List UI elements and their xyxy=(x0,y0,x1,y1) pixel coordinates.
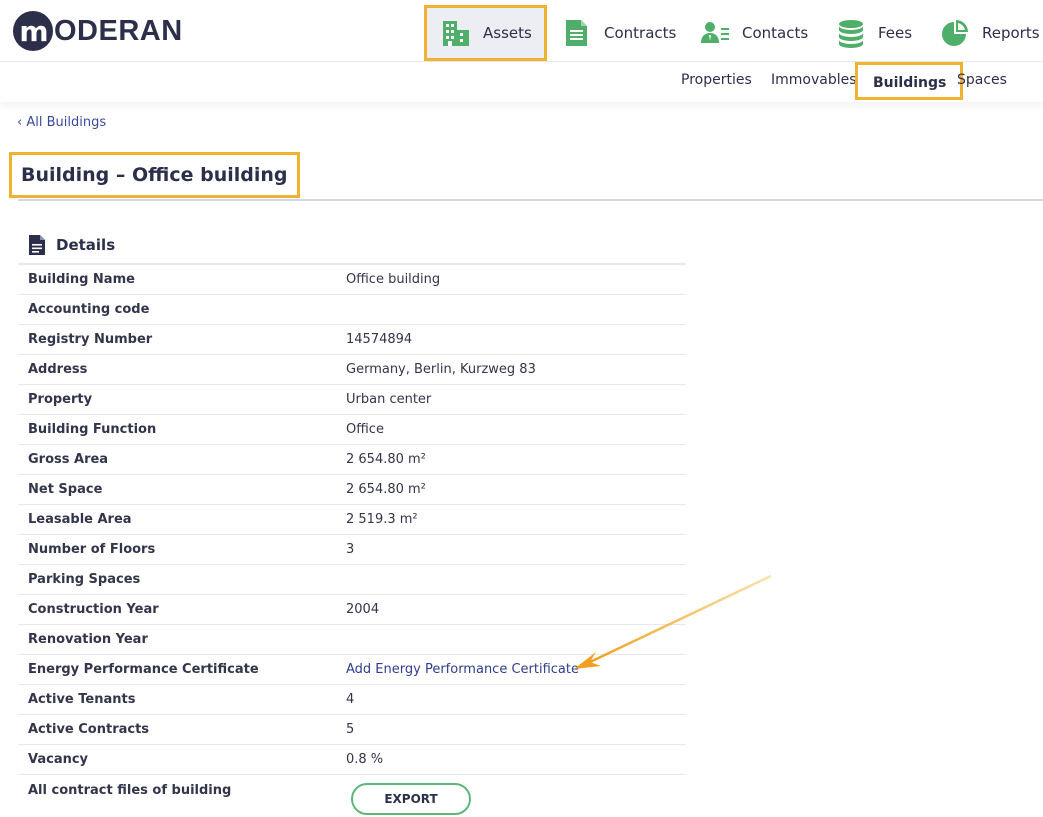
table-row: Leasable Area 2 519.3 m² xyxy=(18,505,686,535)
row-value: 2 654.80 m² xyxy=(346,452,426,467)
row-label: Building Function xyxy=(28,422,157,437)
table-row: Property Urban center xyxy=(18,385,686,415)
row-label: Leasable Area xyxy=(28,512,132,527)
details-table: Building Name Office building Accounting … xyxy=(18,263,686,805)
table-row: Active Contracts 5 xyxy=(18,715,686,745)
contact-card-icon xyxy=(701,22,729,43)
subnav-buildings[interactable]: Buildings xyxy=(855,62,964,100)
row-label: Net Space xyxy=(28,482,103,497)
logo-mark: m xyxy=(13,11,53,51)
row-value: Urban center xyxy=(346,392,432,407)
document-icon xyxy=(29,235,45,255)
building-icon xyxy=(443,21,469,46)
row-label: Registry Number xyxy=(28,332,153,347)
back-link-label: All Buildings xyxy=(26,115,107,130)
annotation-arrow-icon xyxy=(574,574,772,669)
row-label: Property xyxy=(28,392,93,407)
table-row: Vacancy 0.8 % xyxy=(18,745,686,775)
table-row: Address Germany, Berlin, Kurzweg 83 xyxy=(18,355,686,385)
row-value: Office xyxy=(346,422,384,437)
row-label: Gross Area xyxy=(28,452,109,467)
nav-contacts[interactable]: Contacts xyxy=(700,8,808,58)
page-title-box: Building – Office building xyxy=(9,152,300,198)
row-value: 2 519.3 m² xyxy=(346,512,418,527)
row-label: Accounting code xyxy=(28,302,150,317)
details-section-header: Details xyxy=(28,235,115,255)
nav-contacts-label: Contacts xyxy=(742,24,809,42)
table-row: Building Function Office xyxy=(18,415,686,445)
row-label: Renovation Year xyxy=(28,632,148,647)
row-value: 0.8 % xyxy=(346,752,384,767)
chevron-left-icon: ‹ xyxy=(17,115,27,130)
row-label: Address xyxy=(28,362,88,377)
row-label: Construction Year xyxy=(28,602,159,617)
row-value: 2004 xyxy=(346,602,380,617)
subnav-spaces[interactable]: Spaces xyxy=(957,72,1007,88)
export-button[interactable]: EXPORT xyxy=(351,783,471,815)
row-label: Active Tenants xyxy=(28,692,136,707)
table-row: Building Name Office building xyxy=(18,265,686,295)
title-divider xyxy=(18,199,1043,201)
nav-reports-label: Reports xyxy=(982,24,1040,42)
table-row: Active Tenants 4 xyxy=(18,685,686,715)
row-label: Active Contracts xyxy=(28,722,150,737)
add-energy-certificate-link[interactable]: Add Energy Performance Certificate xyxy=(346,662,579,677)
row-label: Vacancy xyxy=(28,752,89,767)
table-row: Registry Number 14574894 xyxy=(18,325,686,355)
row-value: 5 xyxy=(346,722,355,737)
back-link-all-buildings[interactable]: ‹ All Buildings xyxy=(17,115,106,130)
row-label: All contract files of building xyxy=(28,782,232,798)
row-value: Germany, Berlin, Kurzweg 83 xyxy=(346,362,536,377)
coin-stack-icon xyxy=(839,20,863,48)
pie-chart-icon xyxy=(942,20,968,46)
row-label: Number of Floors xyxy=(28,542,156,557)
nav-contracts[interactable]: Contracts xyxy=(562,8,676,58)
row-value: 3 xyxy=(346,542,355,557)
top-header: m ODERAN Assets Contracts Contacts Fees … xyxy=(0,0,1043,62)
nav-assets[interactable]: Assets xyxy=(424,5,547,61)
nav-fees-label: Fees xyxy=(878,24,913,42)
row-label: Parking Spaces xyxy=(28,572,141,587)
details-section-title: Details xyxy=(56,236,116,254)
nav-reports[interactable]: Reports xyxy=(940,8,1040,58)
table-row: Net Space 2 654.80 m² xyxy=(18,475,686,505)
row-label: Building Name xyxy=(28,272,135,287)
document-icon xyxy=(566,20,587,46)
row-value: 4 xyxy=(346,692,355,707)
row-label: Energy Performance Certificate xyxy=(28,662,259,677)
subnav-properties[interactable]: Properties xyxy=(681,72,752,88)
table-row: Gross Area 2 654.80 m² xyxy=(18,445,686,475)
nav-contracts-label: Contracts xyxy=(604,24,677,42)
sub-nav: Properties Immovables Buildings Spaces xyxy=(0,62,1043,102)
nav-fees[interactable]: Fees xyxy=(836,8,912,58)
row-value: 2 654.80 m² xyxy=(346,482,426,497)
table-row: Accounting code xyxy=(18,295,686,325)
page-title: Building – Office building xyxy=(21,164,288,186)
subnav-immovables[interactable]: Immovables xyxy=(771,72,857,88)
row-value: 14574894 xyxy=(346,332,413,347)
logo-text: ODERAN xyxy=(54,14,183,47)
table-row: Number of Floors 3 xyxy=(18,535,686,565)
row-value: Office building xyxy=(346,272,441,287)
moderan-logo[interactable]: m ODERAN xyxy=(13,9,183,53)
nav-assets-label: Assets xyxy=(483,24,532,42)
